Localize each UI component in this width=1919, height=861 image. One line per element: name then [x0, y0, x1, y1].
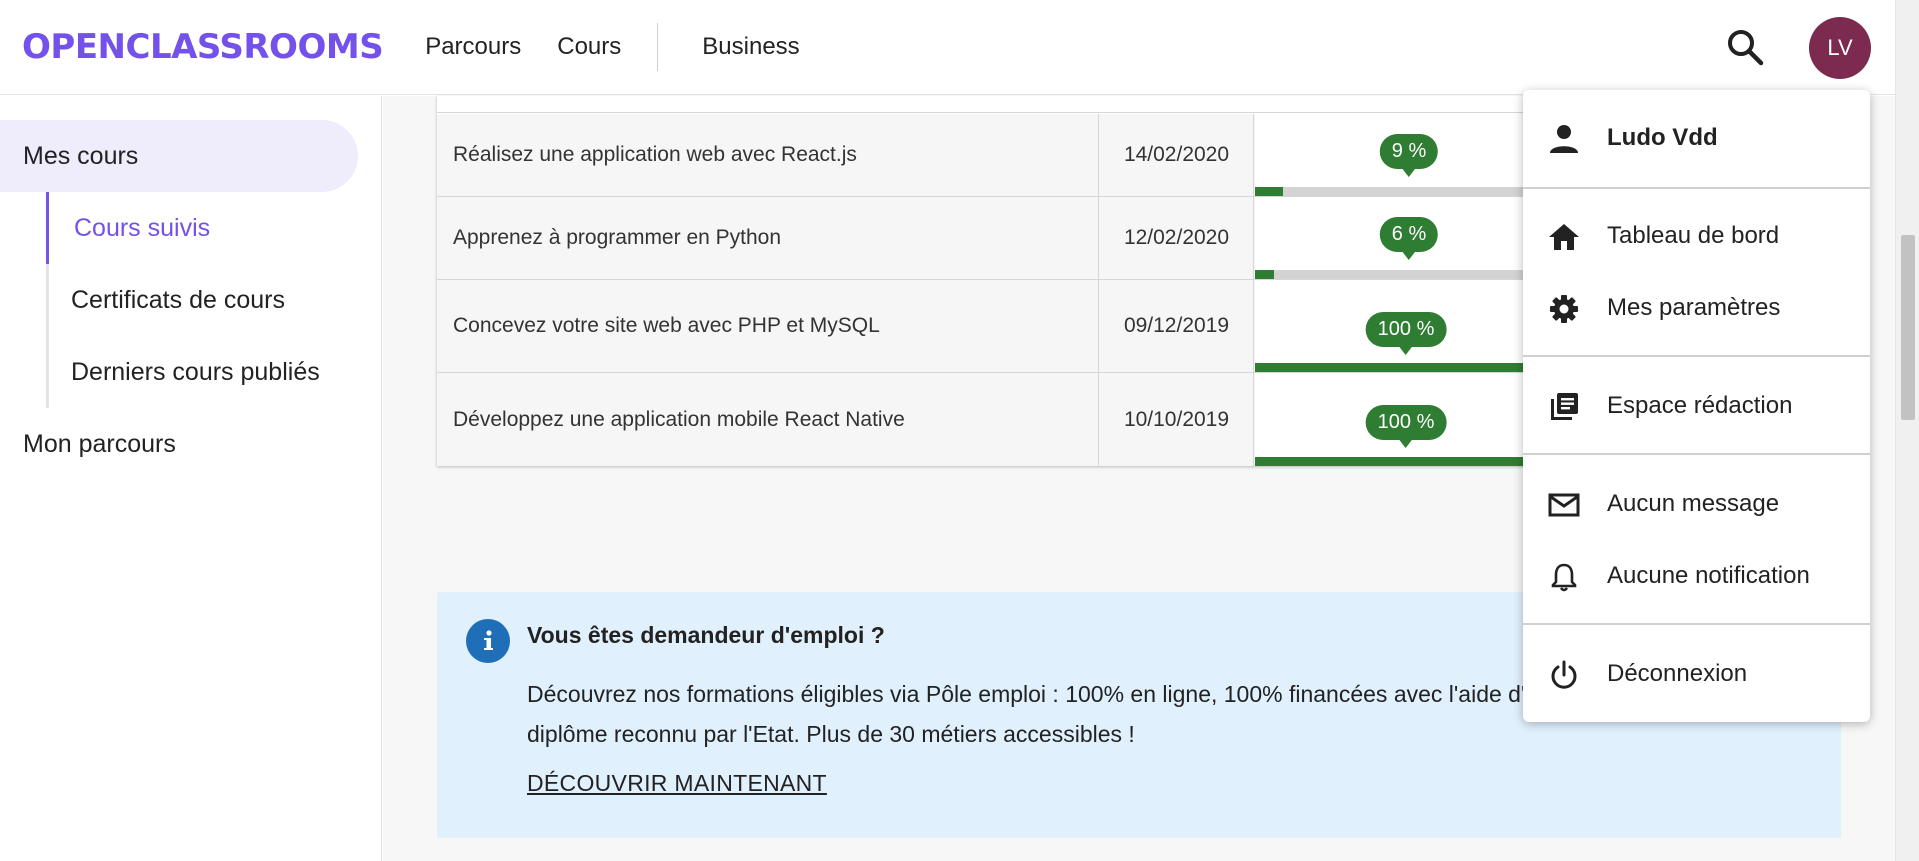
menu-item-espace-redaction[interactable]: Espace rédaction	[1523, 370, 1870, 442]
openclassrooms-logo[interactable]: OPENCLASSROOMS	[22, 27, 384, 67]
course-date: 09/12/2019	[1100, 280, 1254, 372]
progress-bar	[1255, 457, 1567, 466]
menu-item-label: Aucune notification	[1607, 562, 1810, 589]
progress-fill	[1255, 187, 1284, 196]
menu-item-label: Aucun message	[1607, 490, 1780, 517]
sidebar-item-mes-cours[interactable]: Mes cours	[0, 120, 358, 192]
gear-icon	[1550, 295, 1578, 323]
progress-bubble: 6 %	[1379, 217, 1439, 260]
progress-fill	[1255, 457, 1567, 466]
user-name: Ludo Vdd	[1607, 124, 1718, 151]
top-header: OPENCLASSROOMS Parcours Cours Business L…	[0, 0, 1895, 95]
sidebar-subitem-cours-suivis[interactable]: Cours suivis	[46, 192, 376, 264]
menu-divider	[1523, 187, 1870, 189]
course-progress: 6 %	[1255, 197, 1567, 279]
course-progress: 100 %	[1255, 373, 1567, 466]
course-title[interactable]: Développez une application mobile React …	[437, 373, 1099, 466]
search-icon	[1728, 30, 1764, 66]
progress-bubble: 100 %	[1365, 405, 1447, 448]
menu-item-mes-parametres[interactable]: Mes paramètres	[1523, 272, 1870, 344]
menu-item-label: Mes paramètres	[1607, 294, 1781, 321]
table-row[interactable]: Apprenez à programmer en Python 12/02/20…	[437, 197, 1567, 280]
progress-bar	[1255, 187, 1567, 196]
progress-bar	[1255, 363, 1567, 372]
sidebar-item-label: Mes cours	[23, 141, 139, 170]
info-icon	[466, 619, 510, 663]
page-scrollbar[interactable]	[1895, 0, 1919, 861]
menu-item-label: Déconnexion	[1607, 660, 1748, 687]
menu-user-profile[interactable]: Ludo Vdd	[1523, 102, 1870, 174]
course-date: 10/10/2019	[1100, 373, 1254, 466]
home-icon	[1549, 224, 1579, 250]
user-dropdown-menu: Ludo Vdd Tableau de bord Mes paramètres	[1523, 90, 1870, 722]
sidebar-subitem-label: Certificats de cours	[71, 285, 285, 314]
nav-link-parcours[interactable]: Parcours	[425, 33, 521, 61]
progress-fill	[1255, 363, 1567, 372]
menu-item-notifications[interactable]: Aucune notification	[1523, 540, 1870, 612]
course-title[interactable]: Apprenez à programmer en Python	[437, 197, 1099, 279]
table-row[interactable]: Développez une application mobile React …	[437, 373, 1567, 466]
course-progress: 100 %	[1255, 280, 1567, 372]
menu-item-label: Espace rédaction	[1607, 392, 1793, 419]
course-progress: 9 %	[1255, 114, 1567, 196]
sidebar-submenu: Cours suivis Certificats de cours Dernie…	[46, 192, 376, 408]
avatar[interactable]: LV	[1809, 17, 1871, 79]
sidebar: Mes cours Cours suivis Certificats de co…	[0, 96, 382, 861]
nav-divider	[657, 23, 659, 71]
avatar-initials: LV	[1827, 35, 1853, 60]
menu-divider	[1523, 623, 1870, 625]
library-books-icon	[1551, 393, 1578, 420]
nav-link-business[interactable]: Business	[702, 33, 799, 61]
info-title: Vous êtes demandeur d'emploi ?	[527, 622, 885, 648]
person-icon	[1550, 125, 1578, 153]
main-nav: Parcours Cours Business	[425, 23, 835, 71]
nav-link-cours[interactable]: Cours	[557, 33, 621, 61]
scrollbar-thumb[interactable]	[1901, 235, 1915, 420]
sidebar-subitem-certificats[interactable]: Certificats de cours	[49, 264, 379, 336]
course-date: 14/02/2020	[1100, 114, 1254, 196]
discover-now-link[interactable]: DÉCOUVRIR MAINTENANT	[527, 770, 827, 797]
progress-fill	[1255, 270, 1274, 279]
mail-icon	[1548, 493, 1580, 517]
progress-bubble: 100 %	[1365, 312, 1447, 355]
menu-divider	[1523, 355, 1870, 357]
course-title[interactable]: Réalisez une application web avec React.…	[437, 114, 1099, 196]
bell-icon	[1551, 563, 1577, 592]
course-title[interactable]: Concevez votre site web avec PHP et MySQ…	[437, 280, 1099, 372]
power-icon	[1551, 660, 1577, 689]
menu-item-deconnexion[interactable]: Déconnexion	[1523, 638, 1870, 710]
sidebar-subitem-label: Derniers cours publiés	[71, 357, 320, 386]
menu-item-messages[interactable]: Aucun message	[1523, 468, 1870, 540]
table-row-partial	[437, 96, 1567, 113]
sidebar-item-label: Mon parcours	[23, 429, 176, 458]
courses-table: Réalisez une application web avec React.…	[437, 96, 1567, 466]
search-button[interactable]	[1725, 27, 1765, 67]
sidebar-subitem-derniers-cours[interactable]: Derniers cours publiés	[49, 336, 379, 408]
course-date: 12/02/2020	[1100, 197, 1254, 279]
progress-bubble: 9 %	[1379, 134, 1439, 177]
table-row[interactable]: Réalisez une application web avec React.…	[437, 114, 1567, 197]
sidebar-subitem-label: Cours suivis	[74, 213, 211, 242]
progress-bar	[1255, 270, 1567, 279]
menu-divider	[1523, 453, 1870, 455]
sidebar-item-mon-parcours[interactable]: Mon parcours	[0, 408, 358, 480]
table-row[interactable]: Concevez votre site web avec PHP et MySQ…	[437, 280, 1567, 373]
menu-item-label: Tableau de bord	[1607, 222, 1780, 249]
menu-item-tableau-de-bord[interactable]: Tableau de bord	[1523, 200, 1870, 272]
